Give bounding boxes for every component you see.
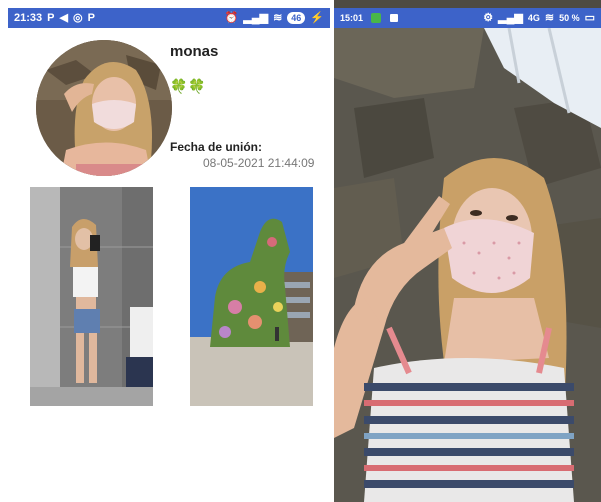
bio-text: 🍀🍀 [170, 78, 207, 94]
wifi-icon: ≋ [544, 11, 555, 24]
charging-icon: ⚡ [310, 11, 324, 24]
telegram-icon: ◀ [59, 11, 68, 24]
signal-icon: ▂▄▆ [243, 11, 269, 24]
avatar[interactable] [36, 40, 172, 176]
image-notification-icon [389, 13, 400, 23]
join-date-value: 08-05-2021 21:44:09 [203, 156, 315, 170]
fullscreen-photo-viewer: 15:01 ⚙ ▂▄▆ 4G ≋ 50 % ▭ [334, 0, 601, 502]
gallery-photo[interactable] [30, 187, 153, 406]
parking-icon: P [87, 11, 95, 24]
gallery-photo[interactable] [190, 187, 313, 406]
join-date-label: Fecha de unión: [170, 140, 263, 154]
whatsapp-icon: ◎ [72, 11, 83, 24]
status-time: 21:33 [14, 12, 43, 24]
status-bar: 15:01 ⚙ ▂▄▆ 4G ≋ 50 % ▭ [334, 8, 601, 28]
profile-screen: 21:33 P ◀ ◎ P ⏰ ▂▄▆ ≋ 46 ⚡ monas 🍀🍀 Fech… [8, 0, 330, 502]
settings-icon: ⚙ [483, 11, 494, 24]
battery-level: 50 % [559, 13, 580, 23]
status-time: 15:01 [340, 13, 364, 23]
network-type: 4G [527, 13, 540, 23]
fullscreen-photo[interactable] [334, 28, 601, 502]
battery-indicator: 46 [287, 12, 306, 24]
app-notification-icon [371, 13, 382, 23]
parking-icon: P [47, 11, 55, 24]
battery-icon: ▭ [584, 11, 595, 24]
signal-icon: ▂▄▆ [498, 11, 523, 24]
alarm-icon: ⏰ [224, 11, 239, 24]
wifi-icon: ≋ [273, 11, 283, 24]
status-bar: 21:33 P ◀ ◎ P ⏰ ▂▄▆ ≋ 46 ⚡ [8, 8, 330, 28]
username: monas [170, 43, 219, 60]
